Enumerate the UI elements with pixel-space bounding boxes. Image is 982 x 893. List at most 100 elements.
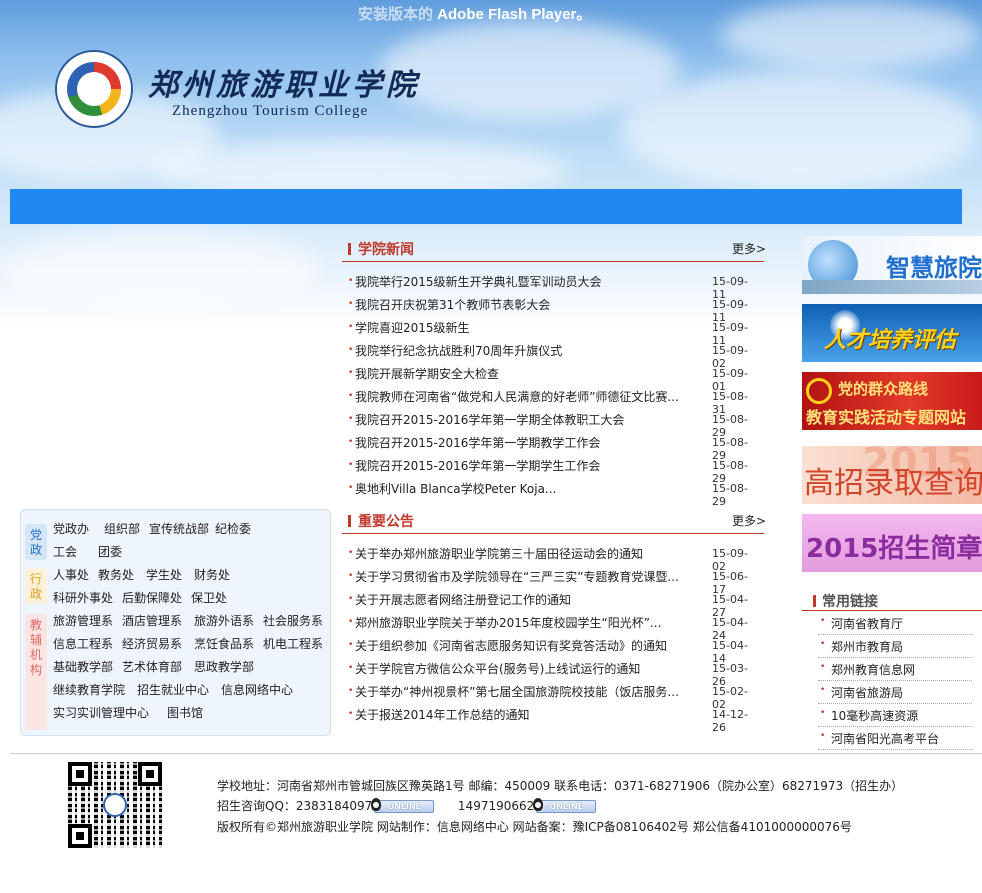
department-link[interactable]: 财务处	[194, 566, 230, 583]
news-item-title[interactable]: 我院教师在河南省“做党和人民满意的好老师”师德征文比赛...	[355, 388, 695, 405]
notice-item-title[interactable]: 关于报送2014年工作总结的通知	[355, 706, 695, 723]
news-item-title[interactable]: 我院召开2015-2016学年第一学期教学工作会	[355, 434, 695, 451]
department-link[interactable]: 酒店管理系	[122, 612, 182, 629]
department-link[interactable]: 图书馆	[167, 704, 203, 721]
banner-enrollment-guide[interactable]: 2015招生简章	[802, 514, 982, 572]
department-link[interactable]: 人事处	[53, 566, 89, 583]
common-link-label[interactable]: 郑州市教育局	[831, 638, 903, 655]
notice-item[interactable]: • 关于学院官方微信公众平台(服务号)上线试运行的通知 15-03-26	[346, 659, 761, 688]
department-link[interactable]: 机电工程系	[263, 635, 323, 652]
department-link[interactable]: 社会服务系	[263, 612, 323, 629]
department-link[interactable]: 教务处	[98, 566, 134, 583]
banner-talent-evaluation[interactable]: 人才培养评估	[802, 304, 982, 362]
news-item[interactable]: • 我院举行2015级新生开学典礼暨军训动员大会 15-09-11	[346, 272, 761, 301]
news-more-link[interactable]: 更多>	[732, 240, 766, 257]
banner-admission-query[interactable]: 2015 高招录取查询	[802, 446, 982, 504]
news-item[interactable]: • 我院召开庆祝第31个教师节表彰大会 15-09-11	[346, 295, 761, 324]
notice-item-title[interactable]: 关于学习贯彻省市及学院领导在“三严三实”专题教育党课暨...	[355, 568, 695, 585]
news-item[interactable]: • 我院举行纪念抗战胜利70周年升旗仪式 15-09-02	[346, 341, 761, 370]
news-item-title[interactable]: 我院举行纪念抗战胜利70周年升旗仪式	[355, 342, 695, 359]
flash-notice-text: Adobe Flash Player。	[433, 6, 592, 23]
news-item-title[interactable]: 我院开展新学期安全大检查	[355, 365, 695, 382]
department-link[interactable]: 实习实训管理中心	[53, 704, 149, 721]
notice-item[interactable]: • 关于举办郑州旅游职业学院第三十届田径运动会的通知 15-09-02	[346, 544, 761, 573]
department-link[interactable]: 思政教学部	[194, 658, 254, 675]
department-link[interactable]: 党政办	[53, 520, 89, 537]
news-item[interactable]: • 我院召开2015-2016学年第一学期学生工作会 15-08-29	[346, 456, 761, 485]
department-link[interactable]: 团委	[98, 543, 122, 560]
department-panel: 党政 行政 教辅机构 党政办 组织部 宣传统战部 纪检委 工会 团委 人事处 教务处 学生处 财务处 科研…	[20, 509, 331, 736]
news-item[interactable]: • 我院教师在河南省“做党和人民满意的好老师”师德征文比赛... 15-08-31	[346, 387, 761, 416]
banner-mass-line[interactable]: 党的群众路线 教育实践活动专题网站	[802, 372, 982, 430]
notice-item[interactable]: • 郑州旅游职业学院关于举办2015年度校园学生“阳光杯”... 15-04-24	[346, 613, 761, 642]
department-link[interactable]: 旅游管理系	[53, 612, 113, 629]
department-link[interactable]: 后勤保障处	[122, 589, 182, 606]
qq-online-button-2[interactable]: ONLINE	[533, 798, 597, 813]
department-link[interactable]: 纪检委	[215, 520, 251, 537]
notice-item-title[interactable]: 关于举办郑州旅游职业学院第三十届田径运动会的通知	[355, 545, 695, 562]
notice-item-title[interactable]: 郑州旅游职业学院关于举办2015年度校园学生“阳光杯”...	[355, 614, 695, 631]
news-item[interactable]: • 我院召开2015-2016学年第一学期教学工作会 15-08-29	[346, 433, 761, 462]
news-item[interactable]: • 学院喜迎2015级新生 15-09-11	[346, 318, 761, 347]
department-link[interactable]: 科研外事处	[53, 589, 113, 606]
main-navigation-bar[interactable]	[10, 189, 962, 224]
news-item-title[interactable]: 我院召开庆祝第31个教师节表彰大会	[355, 296, 695, 313]
common-link-item[interactable]: • 河南省旅游局	[818, 681, 972, 704]
department-link[interactable]: 保卫处	[191, 589, 227, 606]
common-link-label[interactable]: 郑州教育信息网	[831, 661, 915, 678]
common-link-label[interactable]: 河南省阳光高考平台	[831, 730, 939, 747]
department-link[interactable]: 宣传统战部	[149, 520, 209, 537]
bullet-icon: •	[348, 483, 354, 493]
category-label: 党政	[29, 528, 42, 557]
news-item-title[interactable]: 我院召开2015-2016学年第一学期全体教职工大会	[355, 411, 695, 428]
notice-item[interactable]: • 关于学习贯彻省市及学院领导在“三严三实”专题教育党课暨... 15-06-17	[346, 567, 761, 596]
department-link[interactable]: 旅游外语系	[194, 612, 254, 629]
bullet-icon: •	[348, 686, 354, 696]
department-link[interactable]: 艺术体育部	[122, 658, 182, 675]
common-link-label[interactable]: 10毫秒高速资源	[831, 707, 918, 724]
department-link[interactable]: 基础教学部	[53, 658, 113, 675]
banner-smart-campus[interactable]: 智慧旅院	[802, 236, 982, 294]
news-item[interactable]: • 奥地利Villa Blanca学校Peter Koja... 15-08-29	[346, 479, 761, 508]
news-item-title[interactable]: 我院举行2015级新生开学典礼暨军训动员大会	[355, 273, 695, 290]
notice-item[interactable]: • 关于开展志愿者网络注册登记工作的通知 15-04-27	[346, 590, 761, 619]
notice-item[interactable]: • 关于组织参加《河南省志愿服务知识有奖竞答活动》的通知 15-04-14	[346, 636, 761, 665]
qq-online-button-1[interactable]: ONLINE	[371, 798, 435, 813]
department-link[interactable]: 烹饪食品系	[194, 635, 254, 652]
common-link-label[interactable]: 河南省旅游局	[831, 684, 903, 701]
college-logo[interactable]	[55, 50, 133, 128]
department-link[interactable]: 信息网络中心	[221, 681, 293, 698]
news-item[interactable]: • 我院召开2015-2016学年第一学期全体教职工大会 15-08-29	[346, 410, 761, 439]
bullet-icon: •	[348, 640, 354, 650]
notice-item[interactable]: • 关于报送2014年工作总结的通知 14-12-26	[346, 705, 761, 734]
common-link-label[interactable]: 河南省教育厅	[831, 615, 903, 632]
common-link-item[interactable]: • 郑州教育信息网	[818, 658, 972, 681]
common-link-item[interactable]: • 河南省阳光高考平台	[818, 727, 972, 750]
department-link[interactable]: 经济贸易系	[122, 635, 182, 652]
news-item-title[interactable]: 奥地利Villa Blanca学校Peter Koja...	[355, 480, 695, 497]
footer-copyright: 版权所有©郑州旅游职业学院 网站制作：信息网络中心 网站备案：豫ICP备0810…	[217, 820, 852, 834]
department-link[interactable]: 组织部	[104, 520, 140, 537]
department-link[interactable]: 信息工程系	[53, 635, 113, 652]
notices-more-link[interactable]: 更多>	[732, 512, 766, 529]
notice-item-title[interactable]: 关于组织参加《河南省志愿服务知识有奖竞答活动》的通知	[355, 637, 695, 654]
notice-item-title[interactable]: 关于举办“神州视景杯”第七届全国旅游院校技能（饭店服务...	[355, 683, 695, 700]
department-link[interactable]: 工会	[53, 543, 77, 560]
bullet-icon: •	[348, 617, 354, 627]
bullet-icon: •	[348, 709, 354, 719]
news-item-title[interactable]: 我院召开2015-2016学年第一学期学生工作会	[355, 457, 695, 474]
bullet-icon: •	[820, 639, 826, 649]
bullet-icon: •	[348, 322, 354, 332]
notice-item[interactable]: • 关于举办“神州视景杯”第七届全国旅游院校技能（饭店服务... 15-02-02	[346, 682, 761, 711]
notice-item-title[interactable]: 关于开展志愿者网络注册登记工作的通知	[355, 591, 695, 608]
department-link[interactable]: 招生就业中心	[137, 681, 209, 698]
department-link[interactable]: 学生处	[146, 566, 182, 583]
notice-item-title[interactable]: 关于学院官方微信公众平台(服务号)上线试运行的通知	[355, 660, 695, 677]
news-item-title[interactable]: 学院喜迎2015级新生	[355, 319, 695, 336]
common-link-item[interactable]: • 郑州市教育局	[818, 635, 972, 658]
common-link-item[interactable]: • 10毫秒高速资源	[818, 704, 972, 727]
common-link-item[interactable]: • 河南省教育厅	[818, 612, 972, 635]
bullet-icon: •	[348, 548, 354, 558]
department-link[interactable]: 继续教育学院	[53, 681, 125, 698]
news-item[interactable]: • 我院开展新学期安全大检查 15-09-01	[346, 364, 761, 393]
